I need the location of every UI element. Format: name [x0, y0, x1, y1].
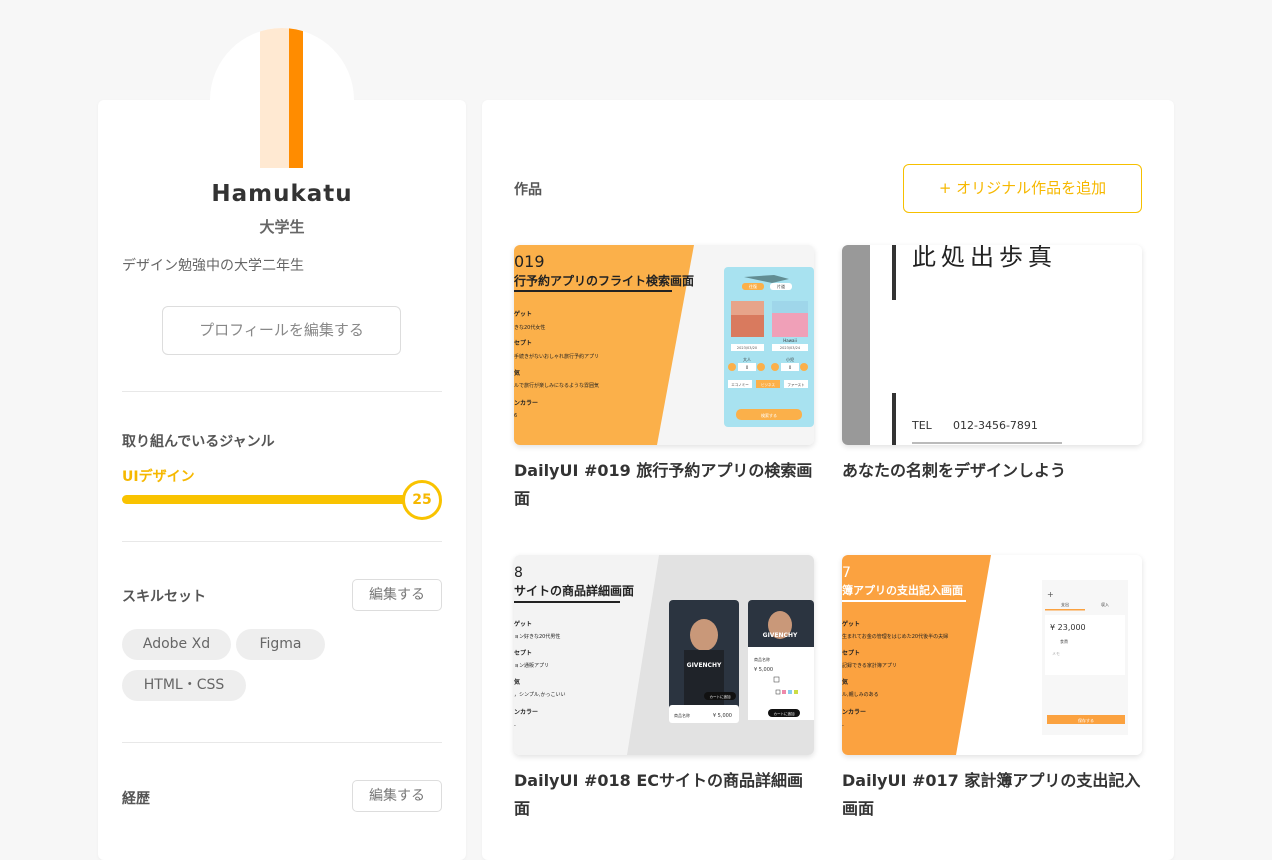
edit-profile-button[interactable]: プロフィールを編集する: [162, 306, 401, 355]
thumb-number: 7: [842, 565, 851, 581]
edit-career-button[interactable]: 編集する: [352, 780, 442, 812]
skill-chip: HTML・CSS: [122, 670, 246, 701]
user-name: Hamukatu: [211, 181, 353, 207]
avatar-stripe-orange: [289, 28, 303, 168]
career-heading: 経歴: [122, 791, 150, 807]
card-tel-label: TEL: [911, 419, 933, 432]
thumb-headline: サイトの商品詳細画面: [514, 583, 634, 598]
thumb-line: 気: [514, 678, 520, 686]
divider: [122, 742, 442, 743]
thumb-number: 8: [514, 565, 523, 581]
card-tel-value: 012-3456-7891: [953, 419, 1038, 432]
genre-level-badge: 25: [402, 480, 442, 520]
phone-label: 0: [789, 365, 792, 370]
thumb-line: ョン好きな20代男性: [514, 633, 560, 640]
thumb-line: ル,親しみのある: [842, 691, 879, 698]
genre-heading: 取り組んでいるジャンル: [122, 434, 275, 450]
works-heading: 作品: [514, 182, 542, 198]
skill-chip: Figma: [236, 629, 325, 660]
svg-text:+: +: [1047, 590, 1054, 599]
phone-label: ¥ 5,000: [713, 713, 732, 719]
phone-label: 2023/03/20: [737, 346, 757, 350]
phone-label: 2023/03/24: [780, 346, 801, 350]
avatar: [210, 28, 354, 172]
thumb-line: ンカラー: [514, 400, 538, 407]
phone-label: エコノミー: [731, 383, 749, 387]
thumb-line: ンカラー: [514, 709, 538, 716]
user-role: 大学生: [259, 218, 305, 236]
genre-name: UIデザイン: [122, 469, 195, 485]
phone-label: 食費: [1060, 638, 1068, 644]
skill-chip: Adobe Xd: [122, 629, 231, 660]
thumb-headline: 行予約アプリのフライト検索画面: [514, 273, 694, 288]
phone-label: ファースト: [787, 382, 804, 387]
phone-label: カートに追加: [710, 694, 731, 699]
thumb-line: 記録できる家計簿アプリ: [842, 662, 897, 669]
skills-heading: スキルセット: [122, 589, 206, 605]
thumb-line: 6: [514, 413, 517, 419]
phone-label: Hawaii: [783, 338, 796, 343]
phone-label: 保存する: [1078, 717, 1094, 723]
work-title[interactable]: あなたの名刺をデザインしよう: [842, 457, 1142, 485]
divider: [122, 541, 442, 542]
add-original-work-button[interactable]: + オリジナル作品を追加: [903, 164, 1142, 213]
phone-label: 商品名称: [674, 712, 690, 718]
thumb-line: セプト: [514, 339, 532, 347]
phone-label: 大人: [743, 356, 751, 362]
thumb-line: セプト: [514, 649, 532, 657]
work-thumbnail[interactable]: 019 行予約アプリのフライト検索画面 ゲット きな20代女性 セプト 手続きが…: [514, 245, 814, 445]
edit-skills-button[interactable]: 編集する: [352, 579, 442, 611]
thumb-line: 気: [842, 678, 848, 686]
phone-label: 往復: [749, 283, 757, 289]
phone-label: GIVENCHY: [763, 632, 798, 639]
phone-label: 0: [746, 365, 749, 370]
phone-label: GIVENCHY: [687, 662, 722, 669]
thumb-line: ョン通販アプリ: [514, 662, 549, 669]
thumb-line: ルで旅行が楽しみになるような雰囲気: [514, 382, 599, 389]
phone-label: メモ: [1052, 651, 1060, 656]
phone-label: カートに追加: [774, 711, 795, 716]
thumb-line: -: [514, 723, 516, 729]
thumb-headline: 簿アプリの支出記入画面: [842, 583, 963, 597]
thumb-line: 手続きがないおしゃれ旅行予約アプリ: [514, 353, 599, 360]
thumb-line: ，シンプル,かっこいい: [514, 691, 565, 698]
phone-label: 小児: [786, 356, 794, 362]
phone-label: 収入: [1101, 601, 1109, 607]
thumb-line: 生まれてお金の管理をはじめた20代後半の夫婦: [842, 633, 948, 640]
phone-label: 支出: [1061, 601, 1069, 607]
thumb-line: -: [842, 723, 844, 729]
phone-label: ビジネス: [761, 382, 775, 387]
work-thumbnail[interactable]: 8 サイトの商品詳細画面 ゲット ョン好きな20代男性 セプト ョン通販アプリ …: [514, 555, 814, 755]
avatar-stripe-light: [260, 28, 289, 168]
thumb-line: ンカラー: [842, 709, 866, 716]
thumb-line: ゲット: [514, 620, 532, 628]
phone-label: ¥ 23,000: [1050, 623, 1086, 632]
work-title[interactable]: DailyUI #019 旅行予約アプリの検索画面: [514, 457, 814, 513]
divider: [122, 391, 442, 392]
thumb-line: セプト: [842, 649, 860, 657]
phone-label: ¥ 5,000: [754, 667, 773, 673]
work-thumbnail[interactable]: 7 簿アプリの支出記入画面 ゲット 生まれてお金の管理をはじめた20代後半の夫婦…: [842, 555, 1142, 755]
phone-label: 商品名称: [754, 656, 770, 662]
card-name-text: 此処出歩真: [912, 245, 1057, 271]
thumb-line: ゲット: [842, 620, 860, 628]
phone-label: 片道: [777, 283, 785, 289]
phone-label: 検索する: [761, 412, 777, 418]
genre-level-bar: [122, 495, 422, 504]
thumb-line: 気: [514, 369, 520, 377]
work-thumbnail[interactable]: 此処出歩真 TEL 012-3456-7891: [842, 245, 1142, 445]
thumb-line: きな20代女性: [514, 324, 545, 331]
thumb-number: 019: [514, 252, 545, 271]
user-bio: デザイン勉強中の大学二年生: [122, 258, 304, 274]
thumb-line: ゲット: [514, 310, 532, 318]
